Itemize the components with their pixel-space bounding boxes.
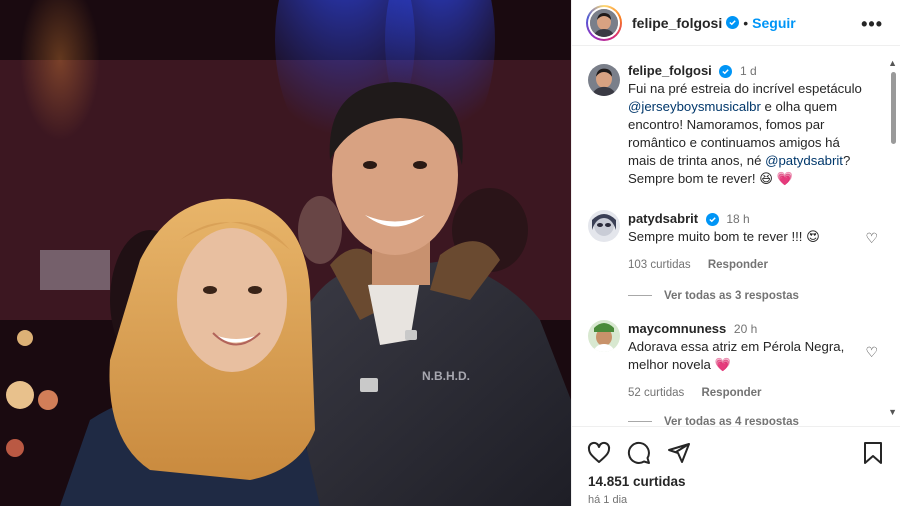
comment-meta: 52 curtidas Responder: [628, 384, 878, 402]
view-replies-button[interactable]: Ver todas as 3 respostas: [628, 290, 799, 302]
verified-icon: [726, 16, 740, 29]
comment-avatar[interactable]: [588, 210, 620, 242]
author-avatar[interactable]: [586, 4, 622, 41]
comment-username[interactable]: maycomnuness: [628, 321, 726, 336]
post-photo[interactable]: N.B.H.D.: [0, 0, 571, 506]
comment-time: 20 h: [733, 322, 758, 336]
like-comment-icon[interactable]: ♡: [865, 344, 878, 361]
caption: felipe_folgosi 1 d Fui na pré estreia do…: [588, 63, 878, 188]
verified-icon: [705, 213, 719, 227]
more-icon[interactable]: •••: [861, 14, 883, 35]
view-replies-button[interactable]: Ver todas as 4 respostas: [628, 416, 799, 425]
comment-likes[interactable]: 103 curtidas: [628, 259, 691, 271]
comment-icon[interactable]: [627, 441, 651, 470]
caption-time: 1 d: [740, 64, 757, 78]
separator-dot: •: [743, 14, 749, 31]
caption-username[interactable]: felipe_folgosi: [628, 63, 712, 78]
like-comment-icon[interactable]: ♡: [865, 230, 878, 247]
photo-illustration: N.B.H.D.: [0, 0, 571, 506]
caption-avatar[interactable]: [588, 64, 620, 96]
post-timestamp: há 1 dia: [588, 494, 628, 506]
post-header: felipe_folgosi • Seguir •••: [572, 0, 900, 46]
reply-button[interactable]: Responder: [708, 259, 768, 271]
heart-icon[interactable]: [587, 441, 611, 470]
comment-time: 18 h: [726, 212, 750, 226]
comment-meta: 103 curtidas Responder: [628, 256, 878, 274]
scrollbar-thumb[interactable]: [891, 72, 896, 144]
comment-text: Sempre muito bom te rever !!! 😍: [628, 229, 820, 244]
scroll-down-icon[interactable]: ▼: [888, 407, 897, 417]
share-icon[interactable]: [667, 441, 691, 470]
bookmark-icon[interactable]: [862, 441, 884, 470]
caption-text: Fui na pré estreia do incrível espetácul…: [628, 81, 862, 186]
mention-link[interactable]: @jerseyboysmusicalbr: [628, 99, 761, 114]
reply-button[interactable]: Responder: [701, 387, 761, 399]
post-panel: felipe_folgosi • Seguir ••• felipe_folgo…: [571, 0, 900, 506]
comment-item: maycomnuness 20 h Adorava essa atriz em …: [588, 320, 878, 402]
comment-username[interactable]: patydsabrit: [628, 211, 698, 226]
comment-likes[interactable]: 52 curtidas: [628, 387, 684, 399]
mention-link[interactable]: @patydsabrit: [765, 153, 843, 168]
comments-section[interactable]: felipe_folgosi 1 d Fui na pré estreia do…: [572, 47, 900, 425]
avatar-image: [590, 8, 618, 37]
scroll-up-icon[interactable]: ▲: [888, 58, 897, 68]
comment-text: Adorava essa atriz em Pérola Negra, melh…: [628, 339, 845, 372]
comment-avatar[interactable]: [588, 320, 620, 352]
comment-item: patydsabrit 18 h Sempre muito bom te rev…: [588, 210, 878, 274]
actions-bar: 14.851 curtidas há 1 dia: [572, 426, 900, 506]
verified-icon: [719, 65, 733, 79]
author-username[interactable]: felipe_folgosi: [632, 15, 722, 31]
jacket-text: N.B.H.D.: [422, 369, 470, 383]
likes-count[interactable]: 14.851 curtidas: [588, 474, 686, 489]
follow-button[interactable]: Seguir: [752, 15, 796, 31]
